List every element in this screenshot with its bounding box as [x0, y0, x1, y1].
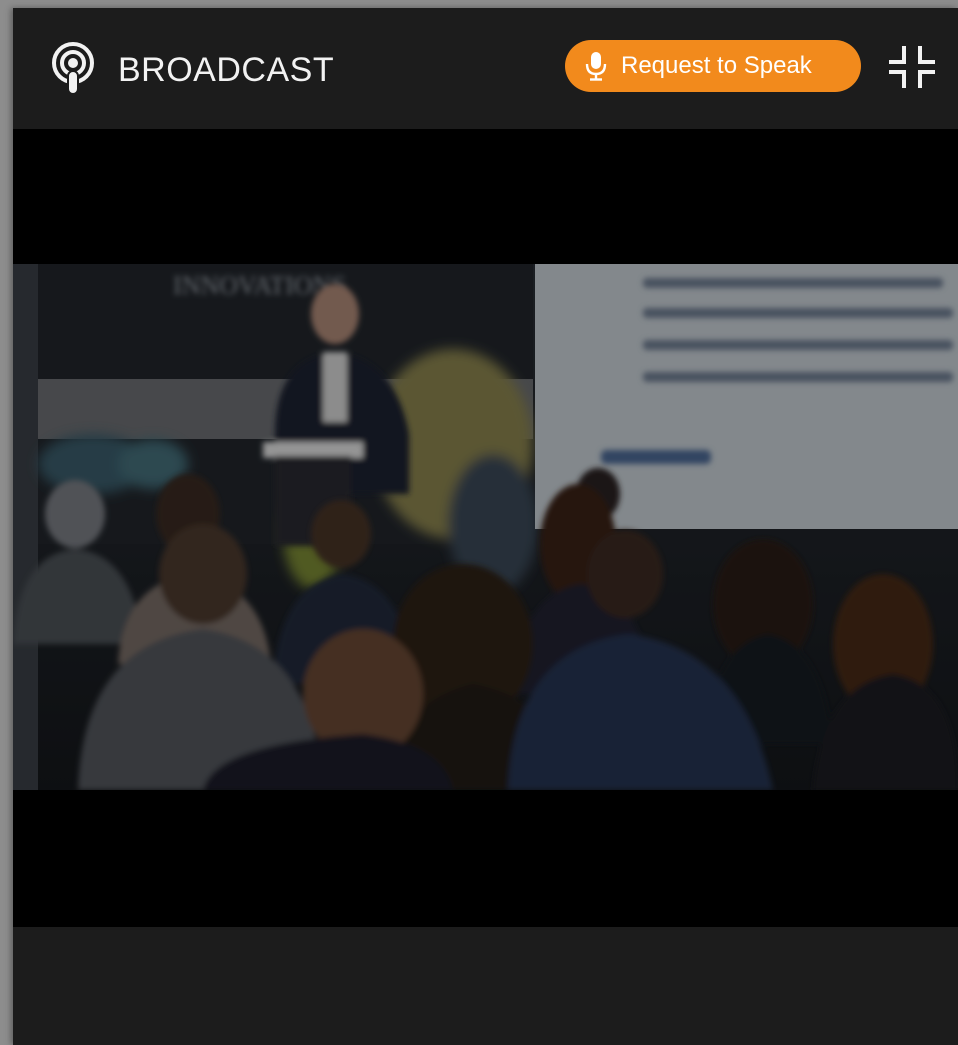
broadcast-window: BROADCAST Request to Speak INNOVATIONS	[13, 8, 958, 1045]
request-to-speak-button[interactable]: Request to Speak	[565, 40, 861, 92]
podcast-icon	[52, 42, 94, 95]
page-title: BROADCAST	[118, 51, 335, 89]
footer-area	[13, 927, 958, 1045]
microphone-icon	[585, 52, 607, 81]
request-to-speak-label: Request to Speak	[621, 52, 812, 79]
conference-video-frame: INNOVATIONS	[13, 264, 958, 790]
video-player[interactable]: INNOVATIONS	[13, 129, 958, 927]
collapse-fullscreen-icon[interactable]	[888, 45, 936, 89]
header-bar: BROADCAST Request to Speak	[13, 8, 958, 129]
